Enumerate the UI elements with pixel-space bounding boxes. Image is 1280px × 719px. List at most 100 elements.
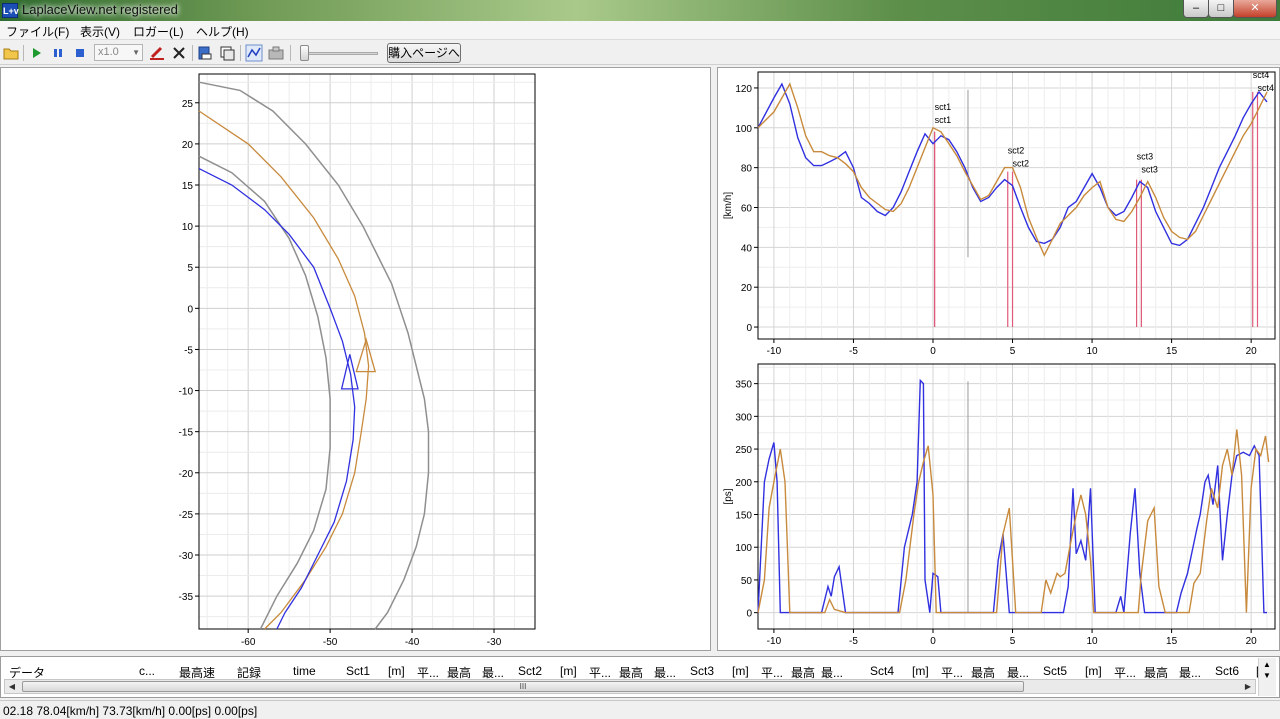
playback-speed-value: x1.0 [98, 46, 119, 58]
graph-y-tick-label: 40 [741, 243, 753, 254]
map-y-tick-label: -30 [179, 551, 194, 562]
graph-x-tick-label: 15 [1166, 346, 1178, 357]
graph-x-tick-label: 0 [930, 636, 936, 647]
column-header[interactable]: [m] [388, 664, 405, 678]
copy-icon[interactable] [218, 44, 236, 62]
column-header[interactable]: c... [139, 664, 155, 678]
toolbar-separator [192, 45, 193, 61]
map-y-tick-label: -5 [184, 345, 193, 356]
graph-y-tick-label: 20 [741, 283, 753, 294]
graph-x-tick-label: 10 [1086, 346, 1098, 357]
stop-icon[interactable] [71, 44, 89, 62]
sector-label: sct4 [1253, 70, 1270, 80]
sector-label: sct3 [1137, 152, 1154, 162]
graph-y-tick-label: 300 [735, 412, 752, 423]
graph-y-tick-label: 350 [735, 380, 752, 391]
graph-x-tick-label: -10 [767, 636, 782, 647]
playback-position-track[interactable] [304, 52, 378, 55]
column-header[interactable]: Sct6 [1215, 664, 1239, 678]
map-y-tick-label: 5 [187, 263, 193, 274]
graph-x-tick-label: 5 [1010, 636, 1016, 647]
buy-page-button[interactable]: 購入ページへ [387, 43, 461, 63]
track-map-panel[interactable]: -60 -50 -40 -30 25 20 15 10 5 0 -5 -10 -15 -20 -25 -30 -… [0, 67, 711, 651]
play-icon[interactable] [27, 44, 45, 62]
column-header[interactable]: Sct2 [518, 664, 542, 678]
map-y-tick-label: 0 [187, 304, 193, 315]
map-x-tick-label: -40 [405, 637, 420, 648]
map-y-tick-label: -20 [179, 469, 194, 480]
sector-label: sct1 [935, 102, 952, 112]
title-bar: L+v LaplaceView.net registered – □ ✕ [0, 0, 1280, 21]
horizontal-scrollbar[interactable]: ◀ III ▶ [4, 679, 1256, 694]
vertical-scrollbar[interactable]: ▲ ▼ [1258, 658, 1276, 696]
menu-logger[interactable]: ロガー(L) [133, 23, 184, 40]
graph-y-tick-label: 0 [746, 323, 752, 334]
app-icon: L+v [2, 3, 19, 18]
scroll-right-icon[interactable]: ▶ [1242, 681, 1254, 692]
map-x-tick-label: -30 [487, 637, 502, 648]
map-y-tick-label: -35 [179, 592, 194, 603]
menu-bar: ファイル(F) 表示(V) ロガー(L) ヘルプ(H) [0, 21, 1280, 40]
graph-y-tick-label: 0 [746, 609, 752, 620]
sector-label: sct4 [1258, 83, 1275, 93]
toolbar-separator [290, 45, 291, 61]
camera-icon[interactable] [267, 44, 285, 62]
graph-x-tick-label: 0 [930, 346, 936, 357]
column-header[interactable]: Sct5 [1043, 664, 1067, 678]
close-button[interactable]: ✕ [1233, 0, 1277, 18]
graph-x-tick-label: 20 [1246, 346, 1258, 357]
toolbar-separator [240, 45, 241, 61]
chevron-down-icon: ▼ [132, 48, 140, 57]
playback-speed-select[interactable]: x1.0 ▼ [94, 44, 143, 61]
sector-label: sct3 [1141, 165, 1158, 175]
toolbar: x1.0 ▼ 購入ページへ [0, 41, 1280, 65]
playback-position-slider[interactable] [300, 45, 309, 61]
column-header[interactable]: Sct3 [690, 664, 714, 678]
minimize-button[interactable]: – [1183, 0, 1209, 18]
column-header[interactable]: time [293, 664, 316, 678]
graph-x-tick-label: -5 [849, 636, 858, 647]
horizontal-scroll-thumb[interactable]: III [22, 681, 1024, 692]
pen-icon[interactable] [148, 44, 166, 62]
toolbar-separator [23, 45, 24, 61]
map-y-tick-label: 10 [182, 222, 194, 233]
graph-y-tick-label: 100 [735, 543, 752, 554]
column-header[interactable]: [m] [912, 664, 929, 678]
telemetry-graphs[interactable]: -10 -5 0 5 10 15 20020406080100120[km/h]sct1sc… [718, 68, 1280, 652]
sector-label: sct2 [1008, 146, 1025, 156]
column-header[interactable]: Sct1 [346, 664, 370, 678]
map-y-tick-label: 20 [182, 140, 194, 151]
scroll-left-icon[interactable]: ◀ [6, 681, 18, 692]
map-y-tick-label: -10 [179, 387, 194, 398]
graph-plot-area [758, 364, 1275, 629]
graph-y-tick-label: 60 [741, 203, 753, 214]
map-x-tick-label: -50 [323, 637, 338, 648]
column-header[interactable]: Sct4 [870, 664, 894, 678]
track-map[interactable]: -60 -50 -40 -30 25 20 15 10 5 0 -5 -10 -15 -20 -25 -30 -… [1, 68, 712, 652]
graph-panel[interactable]: -10 -5 0 5 10 15 20 0 20 40 60 80 100 120 [km/h] sct1 sc… [717, 67, 1280, 651]
graph-y-tick-label: 200 [735, 478, 752, 489]
graph-y-tick-label: 150 [735, 510, 752, 521]
graph-y-axis-label: [km/h] [723, 192, 734, 219]
graph-icon[interactable] [245, 44, 263, 62]
pause-icon[interactable] [49, 44, 67, 62]
graph-x-tick-label: -5 [849, 346, 858, 357]
column-header[interactable]: [m] [1085, 664, 1102, 678]
graph-y-tick-label: 120 [735, 84, 752, 95]
menu-help[interactable]: ヘルプ(H) [196, 23, 249, 40]
delete-icon[interactable] [170, 44, 188, 62]
map-y-tick-label: 25 [182, 99, 194, 110]
menu-view[interactable]: 表示(V) [80, 23, 120, 40]
column-header[interactable]: [m] [560, 664, 577, 678]
graph-y-axis-label: [ps] [723, 488, 734, 504]
menu-file[interactable]: ファイル(F) [6, 23, 69, 40]
open-folder-icon[interactable] [2, 44, 20, 62]
column-header[interactable]: [m] [732, 664, 749, 678]
scroll-down-icon[interactable]: ▼ [1263, 671, 1271, 680]
export-icon[interactable] [196, 44, 214, 62]
scroll-up-icon[interactable]: ▲ [1263, 660, 1271, 669]
graph-plot-area [758, 72, 1275, 339]
graph-y-tick-label: 80 [741, 164, 753, 175]
maximize-button[interactable]: □ [1208, 0, 1234, 18]
map-y-tick-label: -15 [179, 428, 194, 439]
